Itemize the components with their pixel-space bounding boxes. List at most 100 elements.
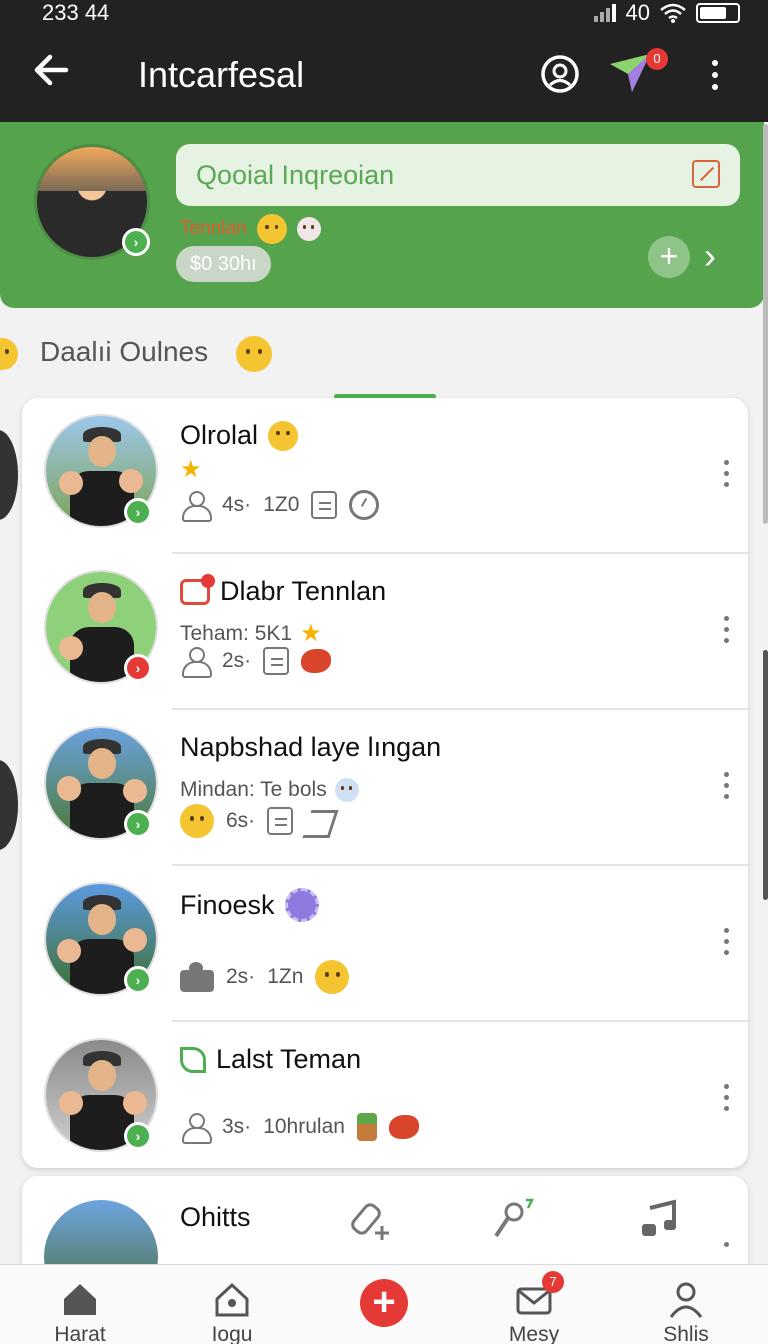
send-icon — [305, 806, 335, 836]
scrollbar-thumb[interactable] — [763, 650, 768, 900]
sidebar-peek — [0, 430, 18, 520]
add-icon: + — [360, 1279, 408, 1327]
more-options-icon[interactable] — [722, 616, 730, 646]
nav-location[interactable]: Iogu — [172, 1279, 292, 1344]
battery-icon — [696, 3, 740, 23]
grin-emoji-icon — [315, 960, 350, 994]
hero-subtitle: Tennlan — [180, 214, 321, 244]
contact-name-row: Napbshad laye lıngan — [180, 732, 441, 763]
profile-icon — [669, 1282, 703, 1318]
contact-name: Lalst Teman — [216, 1044, 362, 1074]
contact-rating: ★ — [180, 458, 202, 482]
contact-subtitle: Teham: 5K1 ★ — [180, 622, 322, 646]
more-options-icon[interactable] — [722, 928, 730, 958]
music-icon[interactable] — [636, 1198, 680, 1242]
status-chip[interactable]: $0 30hı — [176, 246, 271, 282]
contact-name: Dlabr Tennlan — [220, 576, 387, 606]
nav-label: Harat — [54, 1323, 106, 1344]
more-options-icon[interactable] — [722, 460, 730, 490]
contact-name: Finoesk — [180, 889, 275, 920]
person-icon — [180, 490, 212, 522]
list-item[interactable]: › Lalst Teman 3s· 10hrulan — [22, 1022, 748, 1178]
account-circle-icon[interactable] — [540, 54, 580, 94]
plant-icon — [356, 1113, 377, 1141]
search-input[interactable]: Qooial Inqreoian — [176, 144, 740, 206]
red-emoji-icon — [388, 1115, 419, 1139]
contact-meta: 2s· — [180, 646, 332, 678]
send-notifications-button[interactable]: 0 — [608, 48, 668, 100]
more-options-icon[interactable] — [722, 1242, 730, 1253]
hamster-emoji-icon — [296, 217, 321, 241]
search-placeholder: Qooial Inqreoian — [196, 160, 395, 190]
contact-meta: 2s· 1Zn — [180, 960, 350, 994]
message-badge: 7 — [542, 1271, 564, 1293]
meta-count: 4s· — [222, 493, 252, 516]
contact-name: Olrolal — [180, 420, 259, 450]
status-bar: 233 44 40 — [0, 0, 768, 28]
more-options-icon[interactable] — [722, 772, 730, 802]
wink-emoji-icon — [268, 420, 299, 451]
sparkle-emoji-icon — [334, 778, 359, 802]
list-item[interactable]: › Finoesk 2s· 1Zn — [22, 866, 748, 1022]
nav-label: Iogu — [211, 1323, 253, 1344]
nav-home[interactable]: Harat — [20, 1279, 140, 1344]
nav-profile[interactable]: Shlis — [626, 1279, 746, 1344]
more-options-icon[interactable] — [722, 1084, 730, 1114]
contact-subtitle: Mindan: Te bols — [180, 778, 359, 802]
red-emoji-icon — [301, 649, 332, 673]
contact-name-row: Olrolal — [180, 420, 299, 451]
clock-icon — [349, 490, 380, 520]
star-icon: ★ — [180, 456, 202, 483]
contact-list: › Olrolal ★ 4s· 1Z0 › Dlabr Tennlan Teha… — [22, 398, 748, 1168]
home-icon — [64, 1284, 96, 1315]
online-status-icon: › — [124, 1122, 152, 1150]
online-status-icon: › — [124, 810, 152, 838]
leaf-emoji-icon — [236, 336, 272, 372]
nav-label: Mesy — [508, 1323, 560, 1344]
star-icon: ★ — [300, 620, 322, 647]
signal-icon — [593, 4, 616, 22]
nav-add[interactable]: + — [324, 1279, 444, 1331]
list-item[interactable]: › Dlabr Tennlan Teham: 5K1 ★ 2s· — [22, 554, 748, 710]
clipboard-icon — [311, 491, 338, 519]
camera-icon — [180, 962, 214, 992]
location-home-icon — [215, 1282, 249, 1317]
list-item[interactable]: › Napbshad laye lıngan Mindan: Te bols 6… — [22, 710, 748, 866]
chevron-right-icon[interactable]: › — [704, 236, 716, 276]
briefcase-icon — [267, 807, 294, 835]
bottom-nav: Harat Iogu + 7 Mesy Shlis — [0, 1264, 768, 1344]
briefcase-icon — [263, 647, 290, 675]
contact-name-row: Dlabr Tennlan — [180, 573, 387, 607]
busy-status-icon: › — [124, 654, 152, 682]
add-button[interactable]: + — [648, 236, 690, 278]
smile-emoji-icon — [180, 804, 214, 838]
leaf-icon — [180, 1046, 206, 1073]
section-title: Daalıi Oulnes — [40, 336, 209, 367]
expand-icon[interactable] — [692, 160, 720, 188]
back-arrow-icon[interactable] — [30, 48, 74, 92]
laugh-emoji-icon — [0, 338, 18, 370]
contact-subtitle-text: Teham: 5K1 — [180, 622, 293, 645]
notification-badge: 0 — [646, 48, 668, 70]
contact-meta: 3s· 10hrulan — [180, 1112, 419, 1144]
nav-messages[interactable]: 7 Mesy — [474, 1271, 594, 1344]
meta-value: 1Zn — [267, 965, 304, 988]
sidebar-peek — [0, 760, 18, 850]
tag-add-icon[interactable] — [350, 1198, 394, 1242]
meta-count: 3s· — [222, 1115, 252, 1138]
microphone-icon[interactable] — [490, 1198, 534, 1242]
scrollbar[interactable] — [763, 124, 768, 524]
status-time: 233 44 — [42, 0, 110, 25]
battery-level: 40 — [625, 0, 650, 25]
meta-value: 1Z0 — [263, 493, 300, 516]
contact-meta: 6s· — [180, 804, 335, 838]
contact-name: Ohitts — [180, 1202, 251, 1232]
page-title: Intcarfesal — [138, 54, 305, 95]
overflow-menu-icon[interactable] — [712, 60, 722, 94]
app-bar: Intcarfesal 0 — [0, 36, 768, 116]
list-item[interactable]: › Olrolal ★ 4s· 1Z0 — [22, 398, 748, 554]
hero-subtitle-text: Tennlan — [180, 218, 247, 239]
grin-emoji-icon — [256, 214, 287, 244]
badge-icon — [284, 888, 319, 922]
meta-value: 10hrulan — [263, 1115, 345, 1138]
